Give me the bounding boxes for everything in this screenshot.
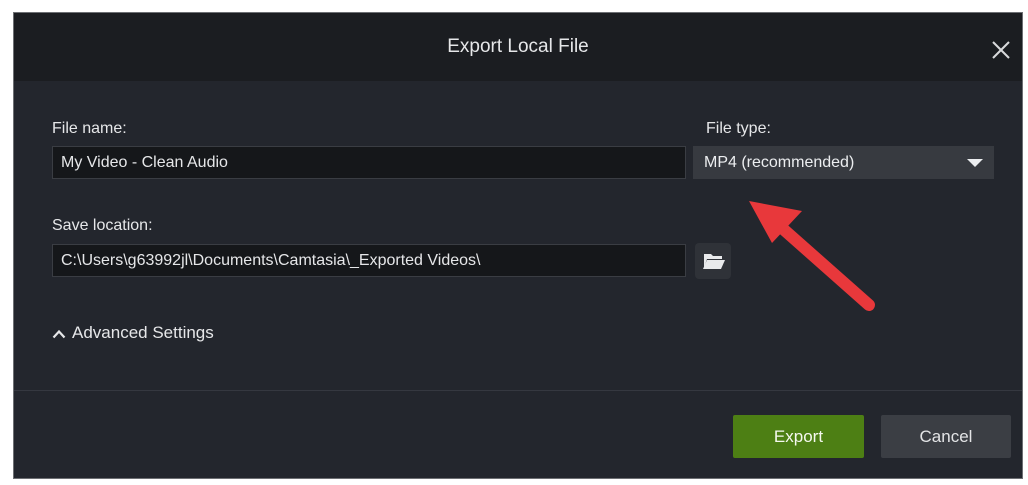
- file-name-input[interactable]: My Video - Clean Audio: [52, 146, 686, 179]
- export-local-file-dialog: Export Local File File name: My Video - …: [13, 12, 1023, 479]
- browse-folder-button[interactable]: [695, 243, 731, 279]
- dialog-title: Export Local File: [447, 36, 589, 57]
- dialog-titlebar: Export Local File: [14, 13, 1022, 81]
- file-type-label: File type:: [706, 120, 771, 137]
- caret-down-icon: [967, 159, 983, 167]
- save-location-label: Save location:: [52, 217, 153, 234]
- cancel-button[interactable]: Cancel: [881, 415, 1011, 458]
- export-button[interactable]: Export: [733, 415, 864, 458]
- file-type-selected-value: MP4 (recommended): [704, 154, 855, 171]
- advanced-settings-label: Advanced Settings: [72, 323, 214, 342]
- footer-divider: [14, 390, 1022, 391]
- file-name-label: File name:: [52, 120, 127, 137]
- advanced-settings-toggle[interactable]: Advanced Settings: [52, 323, 214, 343]
- close-icon[interactable]: [990, 39, 1012, 61]
- chevron-up-icon: [52, 329, 66, 339]
- folder-open-icon: [703, 254, 725, 269]
- save-location-input[interactable]: C:\Users\g63992jl\Documents\Camtasia\_Ex…: [52, 244, 686, 277]
- annotation-arrow: [749, 201, 875, 311]
- file-type-select[interactable]: MP4 (recommended): [693, 146, 994, 179]
